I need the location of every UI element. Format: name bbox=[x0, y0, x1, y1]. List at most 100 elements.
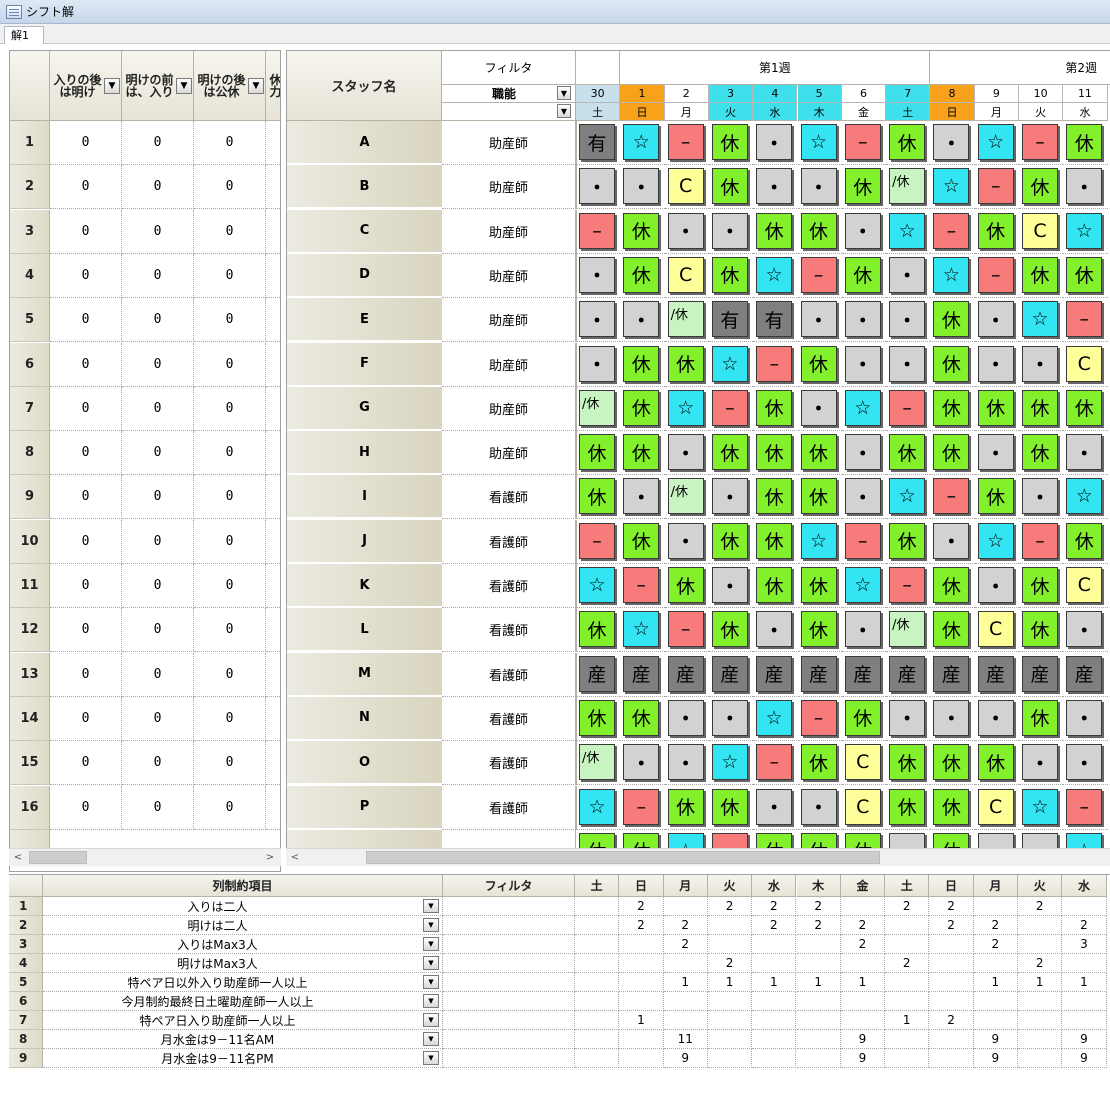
off-shift[interactable]: 休 bbox=[756, 567, 793, 603]
dot-shift[interactable]: ・ bbox=[977, 699, 1014, 736]
dash-shift[interactable]: – bbox=[711, 389, 748, 426]
dot-shift[interactable]: ・ bbox=[623, 478, 660, 515]
off-shift[interactable]: 休 bbox=[800, 567, 837, 603]
dot-shift[interactable]: ・ bbox=[711, 212, 748, 249]
dot-shift[interactable]: ・ bbox=[579, 345, 615, 382]
off-shift[interactable]: 休 bbox=[933, 301, 970, 338]
off-shift[interactable]: 休 bbox=[933, 832, 970, 848]
dot-shift[interactable]: ・ bbox=[844, 345, 881, 382]
off-shift[interactable]: 休 bbox=[623, 522, 660, 559]
off-shift[interactable]: 休 bbox=[933, 567, 970, 603]
star-shift[interactable]: ☆ bbox=[1066, 478, 1103, 515]
dot-shift[interactable]: ・ bbox=[977, 832, 1014, 848]
dash-shift[interactable]: – bbox=[1022, 522, 1058, 559]
off-shift[interactable]: 休 bbox=[1066, 256, 1103, 293]
off-shift[interactable]: 休 bbox=[711, 522, 748, 559]
dash-shift[interactable]: – bbox=[1066, 788, 1103, 825]
maternity-shift[interactable]: 産 bbox=[623, 655, 660, 692]
dot-shift[interactable]: ・ bbox=[1022, 345, 1058, 382]
dash-shift[interactable]: – bbox=[1022, 124, 1058, 160]
dot-shift[interactable]: ・ bbox=[623, 744, 660, 781]
off-shift[interactable]: 休 bbox=[579, 611, 615, 648]
c-shift[interactable]: C bbox=[667, 256, 704, 293]
off-shift[interactable]: 休 bbox=[579, 478, 615, 515]
dash-shift[interactable]: – bbox=[933, 478, 970, 515]
star-shift[interactable]: ☆ bbox=[1066, 832, 1103, 848]
off-shift[interactable]: 休 bbox=[711, 124, 748, 160]
dot-shift[interactable]: ・ bbox=[579, 168, 615, 205]
dot-shift[interactable]: ・ bbox=[977, 345, 1014, 382]
off-shift[interactable]: 休 bbox=[579, 434, 615, 471]
main-scroll-thumb[interactable] bbox=[366, 851, 880, 864]
dot-shift[interactable]: ・ bbox=[1066, 434, 1103, 471]
half-off-shift[interactable]: /休 bbox=[579, 389, 615, 426]
off-shift[interactable]: 休 bbox=[800, 478, 837, 515]
left-horizontal-scrollbar[interactable]: < > bbox=[9, 848, 281, 866]
off-shift[interactable]: 休 bbox=[800, 434, 837, 471]
half-off-shift[interactable]: /休 bbox=[579, 744, 615, 781]
off-shift[interactable]: 休 bbox=[667, 345, 704, 382]
dot-shift[interactable]: ・ bbox=[711, 567, 748, 603]
dot-shift[interactable]: ・ bbox=[844, 611, 881, 648]
c-shift[interactable]: C bbox=[667, 168, 704, 205]
star-shift[interactable]: ☆ bbox=[667, 832, 704, 848]
maternity-shift[interactable]: 産 bbox=[579, 655, 615, 692]
job-filter-dropdown-icon[interactable]: ▼ bbox=[557, 86, 571, 100]
dash-shift[interactable]: – bbox=[800, 699, 837, 736]
maternity-shift[interactable]: 産 bbox=[1066, 655, 1103, 692]
left-scroll-thumb[interactable] bbox=[29, 851, 87, 864]
star-shift[interactable]: ☆ bbox=[977, 522, 1014, 559]
c-shift[interactable]: C bbox=[1066, 567, 1103, 603]
star-shift[interactable]: ☆ bbox=[844, 567, 881, 603]
maternity-shift[interactable]: 産 bbox=[756, 655, 793, 692]
dot-shift[interactable]: ・ bbox=[933, 124, 970, 160]
constraint-dropdown-icon[interactable]: ▼ bbox=[423, 937, 439, 951]
half-off-shift[interactable]: /休 bbox=[667, 301, 704, 338]
dash-shift[interactable]: – bbox=[977, 256, 1014, 293]
maternity-shift[interactable]: 産 bbox=[977, 655, 1014, 692]
off-shift[interactable]: 休 bbox=[977, 212, 1014, 249]
off-shift[interactable]: 休 bbox=[889, 522, 926, 559]
dot-shift[interactable]: ・ bbox=[756, 168, 793, 205]
off-shift[interactable]: 休 bbox=[711, 168, 748, 205]
filter-dropdown-icon[interactable]: ▼ bbox=[248, 78, 264, 94]
off-shift[interactable]: 休 bbox=[889, 788, 926, 825]
off-shift[interactable]: 休 bbox=[579, 832, 615, 848]
dash-shift[interactable]: – bbox=[933, 212, 970, 249]
off-shift[interactable]: 休 bbox=[933, 611, 970, 648]
dot-shift[interactable]: ・ bbox=[844, 434, 881, 471]
off-shift[interactable]: 休 bbox=[800, 832, 837, 848]
dot-shift[interactable]: ・ bbox=[667, 522, 704, 559]
dot-shift[interactable]: ・ bbox=[1066, 611, 1103, 648]
constraint-dropdown-icon[interactable]: ▼ bbox=[423, 975, 439, 989]
c-shift[interactable]: C bbox=[977, 788, 1014, 825]
dash-shift[interactable]: – bbox=[977, 168, 1014, 205]
constraint-dropdown-icon[interactable]: ▼ bbox=[423, 899, 439, 913]
off-shift[interactable]: 休 bbox=[844, 168, 881, 205]
dot-shift[interactable]: ・ bbox=[889, 345, 926, 382]
star-shift[interactable]: ☆ bbox=[756, 699, 793, 736]
off-shift[interactable]: 休 bbox=[667, 567, 704, 603]
maternity-shift[interactable]: 産 bbox=[889, 655, 926, 692]
off-shift[interactable]: 休 bbox=[579, 699, 615, 736]
dot-shift[interactable]: ・ bbox=[889, 301, 926, 338]
star-shift[interactable]: ☆ bbox=[711, 744, 748, 781]
off-shift[interactable]: 休 bbox=[711, 256, 748, 293]
star-shift[interactable]: ☆ bbox=[800, 522, 837, 559]
dot-shift[interactable]: ・ bbox=[667, 212, 704, 249]
dash-shift[interactable]: – bbox=[623, 788, 660, 825]
off-shift[interactable]: 休 bbox=[933, 389, 970, 426]
filter-dropdown-icon[interactable]: ▼ bbox=[176, 78, 192, 94]
off-shift[interactable]: 休 bbox=[623, 434, 660, 471]
star-shift[interactable]: ☆ bbox=[933, 168, 970, 205]
off-shift[interactable]: 休 bbox=[844, 832, 881, 848]
off-shift[interactable]: 休 bbox=[1022, 699, 1058, 736]
dot-shift[interactable]: ・ bbox=[711, 478, 748, 515]
star-shift[interactable]: ☆ bbox=[623, 124, 660, 160]
dash-shift[interactable]: – bbox=[889, 567, 926, 603]
dot-shift[interactable]: ・ bbox=[800, 301, 837, 338]
off-shift[interactable]: 休 bbox=[1066, 522, 1103, 559]
star-shift[interactable]: ☆ bbox=[800, 124, 837, 160]
dash-shift[interactable]: – bbox=[844, 124, 881, 160]
star-shift[interactable]: ☆ bbox=[667, 389, 704, 426]
